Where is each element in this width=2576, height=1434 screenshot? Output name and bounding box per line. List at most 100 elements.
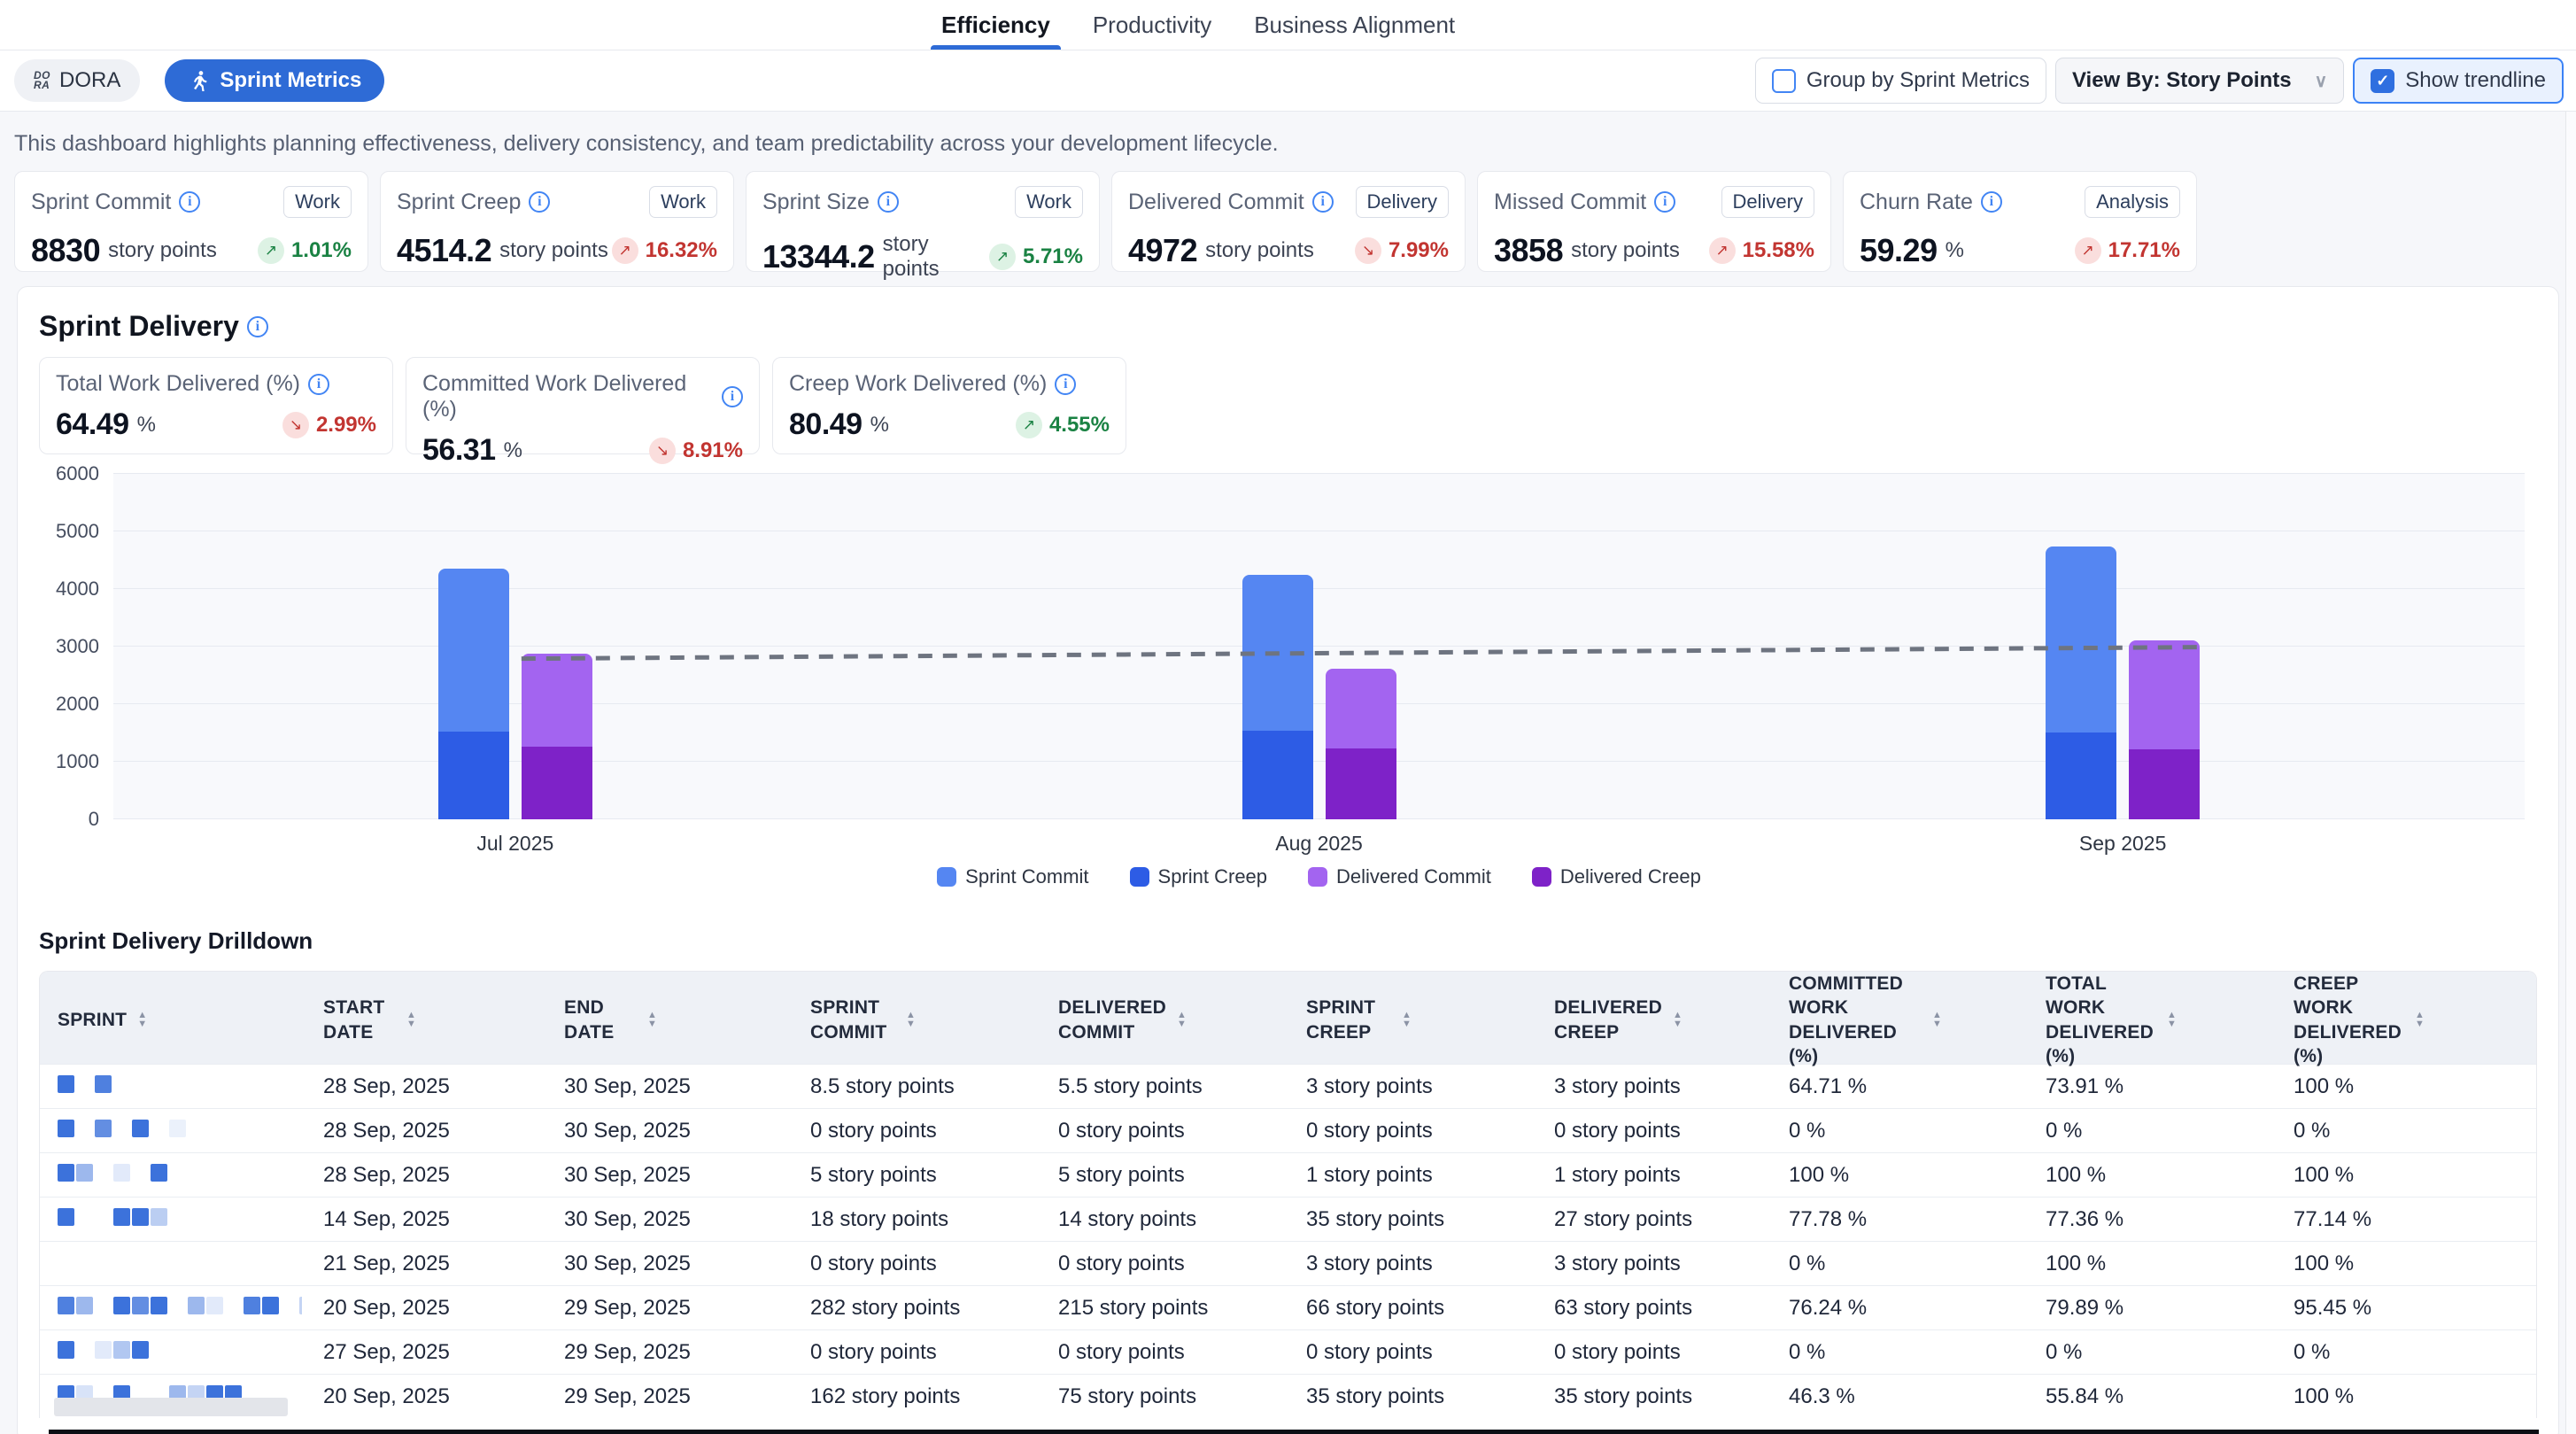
info-icon[interactable]: i — [722, 386, 743, 407]
legend-item-delivered-commit[interactable]: Delivered Commit — [1308, 865, 1491, 888]
trend-arrow-icon: ↗ — [989, 244, 1016, 270]
bar-segment-sprint-creep[interactable] — [1242, 731, 1313, 819]
tab-business-alignment[interactable]: Business Alignment — [1250, 0, 1458, 50]
view-by-select[interactable]: View By: Story Points ∨ — [2055, 58, 2344, 104]
runner-icon — [188, 69, 211, 92]
kpi-delta: ↗ 1.01% — [258, 237, 352, 264]
dora-button[interactable]: DORA DORA — [14, 59, 140, 102]
tab-productivity[interactable]: Productivity — [1089, 0, 1215, 50]
show-trendline-checkbox[interactable]: ✓ — [2371, 69, 2394, 93]
cell-delivered-commit: 0 story points — [1040, 1340, 1288, 1365]
group-by-checkbox[interactable]: ✓ — [1772, 69, 1796, 93]
cell-end-date: 30 Sep, 2025 — [546, 1207, 793, 1232]
legend-label: Delivered Commit — [1336, 865, 1491, 888]
kpi-category-badge: Delivery — [1356, 186, 1449, 218]
x-axis: Jul 2025Aug 2025Sep 2025 — [113, 819, 2525, 858]
info-icon[interactable]: i — [1981, 191, 2002, 213]
column-header-total-work-delivered[interactable]: Total Work Delivered (%)▲▼ — [2028, 972, 2276, 1068]
sort-icon: ▲▼ — [906, 1012, 916, 1028]
sprint-delivery-panel: Sprint Delivery i Total Work Delivered (… — [17, 286, 2559, 1434]
legend-item-delivered-creep[interactable]: Delivered Creep — [1532, 865, 1701, 888]
cell-sprint-creep: 66 story points — [1288, 1296, 1536, 1321]
kpi-value: 13344.2 — [762, 238, 875, 275]
bar-segment-sprint-commit[interactable] — [438, 569, 509, 732]
kpi-delta: ↗ 16.32% — [612, 237, 717, 264]
column-header-creep-work-delivered[interactable]: Creep Work Delivered (%)▲▼ — [2276, 972, 2536, 1068]
column-header-delivered-commit[interactable]: Delivered Commit▲▼ — [1040, 996, 1288, 1044]
column-header-start-date[interactable]: Start Date▲▼ — [306, 996, 546, 1044]
cell-sprint-creep: 35 story points — [1288, 1207, 1536, 1232]
section-title: Sprint Delivery — [39, 310, 239, 343]
kpi-delta-value: 5.71% — [1023, 244, 1083, 269]
subcard-unit: % — [504, 438, 522, 463]
sprint-metrics-button[interactable]: Sprint Metrics — [165, 59, 384, 102]
subcard-delta: ↘ 8.91% — [649, 438, 743, 464]
cell-start-date: 28 Sep, 2025 — [306, 1119, 546, 1143]
kpi-card-churn-rate: Churn Rate i Analysis 59.29 % ↗ 17.71% — [1843, 171, 2197, 272]
kpi-card-sprint-creep: Sprint Creep i Work 4514.2 story points … — [380, 171, 734, 272]
legend-item-sprint-creep[interactable]: Sprint Creep — [1130, 865, 1268, 888]
info-icon[interactable]: i — [878, 191, 899, 213]
column-header-sprint-creep[interactable]: Sprint Creep▲▼ — [1288, 996, 1536, 1044]
kpi-delta-value: 16.32% — [646, 238, 717, 263]
column-header-committed-work-delivered[interactable]: Committed Work Delivered (%)▲▼ — [1771, 972, 2028, 1068]
kpi-card-sprint-size: Sprint Size i Work 13344.2 story points … — [746, 171, 1100, 272]
trend-arrow-icon: ↗ — [1709, 237, 1736, 264]
bar-segment-delivered-creep[interactable] — [522, 747, 592, 819]
tab-efficiency[interactable]: Efficiency — [938, 0, 1054, 50]
trend-arrow-icon: ↗ — [2075, 237, 2101, 264]
dora-label: DORA — [59, 68, 120, 93]
bar-segment-sprint-creep[interactable] — [438, 732, 509, 819]
column-header-delivered-creep[interactable]: Delivered Creep▲▼ — [1536, 996, 1771, 1044]
kpi-unit: story points — [883, 232, 989, 282]
bar-segment-delivered-creep[interactable] — [1326, 748, 1396, 819]
info-icon[interactable]: i — [1312, 191, 1334, 213]
cell-total-pct: 73.91 % — [2028, 1074, 2276, 1099]
info-icon[interactable]: i — [1654, 191, 1675, 213]
kpi-title: Sprint Creep — [397, 190, 521, 215]
cell-sprint-commit: 0 story points — [793, 1119, 1040, 1143]
cell-sprint-commit: 0 story points — [793, 1252, 1040, 1276]
bar-segment-sprint-commit[interactable] — [2046, 546, 2116, 733]
y-axis-tick: 0 — [43, 808, 99, 831]
tab-label: Productivity — [1093, 12, 1211, 39]
kpi-unit: story points — [1205, 238, 1314, 263]
info-icon[interactable]: i — [179, 191, 200, 213]
cell-sprint-commit: 162 story points — [793, 1384, 1040, 1409]
bar-segment-sprint-commit[interactable] — [1242, 575, 1313, 731]
cell-sprint-creep: 3 story points — [1288, 1074, 1536, 1099]
sort-icon: ▲▼ — [647, 1012, 657, 1028]
y-axis-tick: 6000 — [43, 462, 99, 485]
kpi-delta: ↗ 17.71% — [2075, 237, 2180, 264]
column-header-sprint[interactable]: Sprint▲▼ — [40, 1008, 306, 1032]
column-header-end-date[interactable]: End Date▲▼ — [546, 996, 793, 1044]
legend-item-sprint-commit[interactable]: Sprint Commit — [937, 865, 1088, 888]
cell-committed-pct: 46.3 % — [1771, 1384, 2028, 1409]
bar-segment-delivered-commit[interactable] — [2129, 640, 2200, 749]
info-icon[interactable]: i — [1055, 374, 1076, 395]
info-icon[interactable]: i — [247, 316, 268, 337]
bar-segment-delivered-commit[interactable] — [522, 654, 592, 747]
bar-segment-delivered-creep[interactable] — [2129, 749, 2200, 819]
kpi-value: 4514.2 — [397, 232, 491, 269]
bar-segment-delivered-commit[interactable] — [1326, 669, 1396, 748]
drilldown-title: Sprint Delivery Drilldown — [39, 927, 2537, 955]
tab-group: Efficiency Productivity Business Alignme… — [938, 0, 1458, 50]
page-scrollbar[interactable] — [2565, 112, 2576, 1434]
column-header-sprint-commit[interactable]: Sprint Commit▲▼ — [793, 996, 1040, 1044]
cell-end-date: 30 Sep, 2025 — [546, 1252, 793, 1276]
kpi-value: 3858 — [1494, 232, 1563, 269]
bar-stack — [522, 654, 592, 819]
group-by-sprint-metrics-toggle[interactable]: ✓ Group by Sprint Metrics — [1755, 58, 2046, 104]
tab-label: Business Alignment — [1254, 12, 1455, 39]
cell-start-date: 21 Sep, 2025 — [306, 1252, 546, 1276]
show-trendline-toggle[interactable]: ✓ Show trendline — [2353, 58, 2564, 104]
kpi-delta: ↘ 7.99% — [1355, 237, 1449, 264]
cell-end-date: 30 Sep, 2025 — [546, 1074, 793, 1099]
subcard-delta-value: 8.91% — [683, 438, 743, 463]
cell-creep-pct: 100 % — [2276, 1384, 2536, 1409]
bar-segment-sprint-creep[interactable] — [2046, 733, 2116, 819]
info-icon[interactable]: i — [308, 374, 329, 395]
sort-icon: ▲▼ — [1673, 1012, 1683, 1028]
info-icon[interactable]: i — [529, 191, 550, 213]
